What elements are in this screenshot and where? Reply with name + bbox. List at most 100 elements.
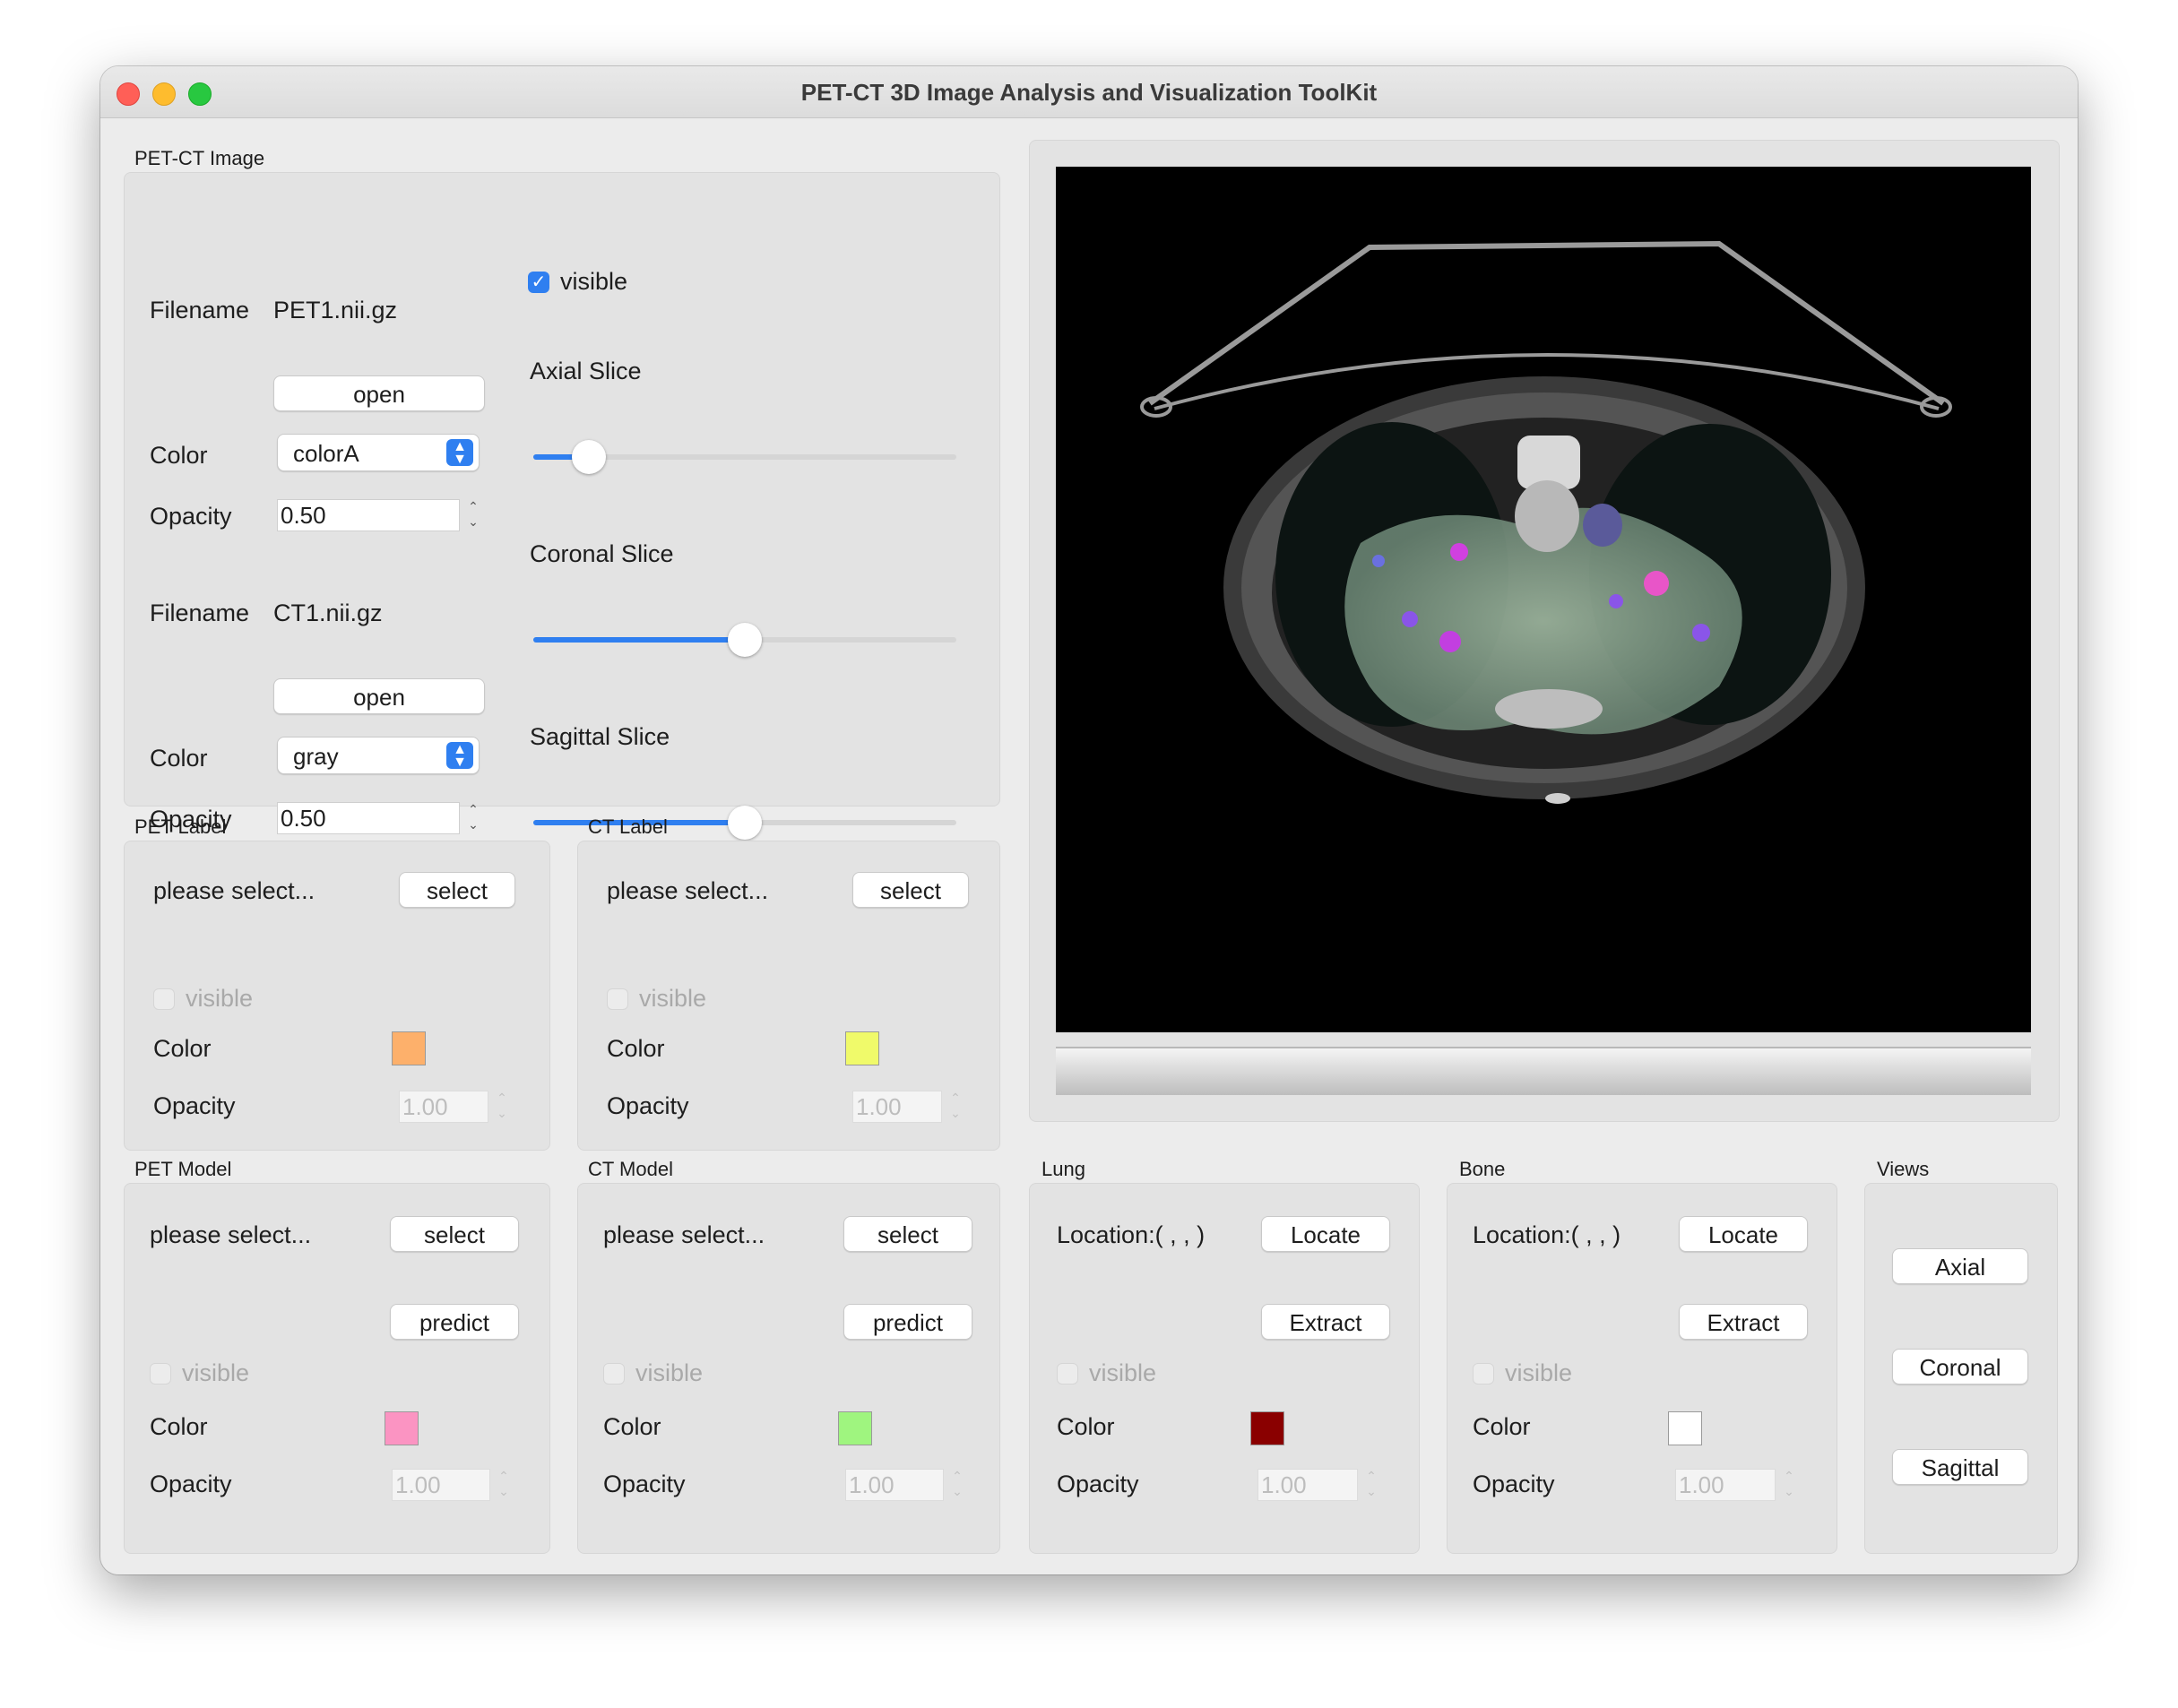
sagittal-slice-knob[interactable] [728, 806, 762, 840]
coronal-slice-label: Coronal Slice [530, 540, 674, 567]
stepper-arrows-icon[interactable]: ⌃ ⌄ [463, 499, 483, 531]
ct-label-status: please select... [607, 877, 769, 904]
bone-visible-label: visible [1505, 1359, 1573, 1386]
ct-color-select[interactable]: gray ▲ ▼ [277, 737, 480, 774]
ct-model-color-swatch[interactable] [838, 1411, 872, 1445]
pet-label-visible-label: visible [186, 985, 254, 1012]
lung-location: Location:( , , ) [1057, 1221, 1206, 1248]
stepper-arrows-icon[interactable]: ⌃ ⌄ [947, 1469, 967, 1501]
bone-color-label: Color [1473, 1413, 1531, 1440]
pet-label-visible-checkbox[interactable] [153, 988, 175, 1010]
lung-opacity-spinbox[interactable] [1258, 1469, 1358, 1501]
pet-label-group-title: PET Label [134, 815, 227, 838]
bone-group-title: Bone [1459, 1158, 1506, 1180]
ct-model-opacity-label: Opacity [603, 1471, 686, 1497]
ct-label-color-label: Color [607, 1035, 665, 1062]
bone-location: Location:( , , ) [1473, 1221, 1621, 1248]
stepper-arrows-icon[interactable]: ⌃ ⌄ [1779, 1469, 1799, 1501]
pet-model-opacity-spinbox[interactable] [392, 1469, 490, 1501]
ct-label-visible-label: visible [639, 985, 707, 1012]
ct-model-predict-button[interactable]: predict [843, 1304, 972, 1340]
axial-slice-knob[interactable] [572, 440, 606, 474]
window-title: PET-CT 3D Image Analysis and Visualizati… [800, 79, 1378, 106]
pet-model-visible-checkbox[interactable] [150, 1363, 171, 1385]
petct-group-title: PET-CT Image [134, 147, 265, 169]
bone-opacity-spinbox[interactable] [1675, 1469, 1776, 1501]
sagittal-view-button[interactable]: Sagittal [1892, 1449, 2028, 1485]
ct-model-visible-checkbox[interactable] [603, 1363, 625, 1385]
ct-model-group-title: CT Model [588, 1158, 673, 1180]
sagittal-slice-label: Sagittal Slice [530, 723, 670, 750]
ct-label-visible-checkbox[interactable] [607, 988, 628, 1010]
lung-group-title: Lung [1041, 1158, 1085, 1180]
petct-visible-checkbox[interactable]: ✓ [528, 272, 549, 293]
pet-color-label: Color [150, 442, 208, 469]
lung-extract-button[interactable]: Extract [1261, 1304, 1390, 1340]
coronal-slice-slider[interactable] [533, 623, 956, 657]
stepper-arrows-icon[interactable]: ⌃ ⌄ [492, 1091, 512, 1123]
petct-image-group: Filename PET1.nii.gz open Color colorA ▲… [124, 172, 1000, 840]
bone-extract-button[interactable]: Extract [1679, 1304, 1808, 1340]
coronal-slice-knob[interactable] [728, 623, 762, 657]
coronal-slice-fill [533, 637, 745, 643]
lung-locate-button[interactable]: Locate [1261, 1216, 1390, 1252]
petct-visible-label: visible [560, 268, 628, 295]
pet-filename-value: PET1.nii.gz [273, 297, 398, 323]
ct-opacity-spinbox[interactable] [277, 802, 460, 834]
ct-label-select-button[interactable]: select [852, 872, 969, 908]
ct-label-opacity-spinbox[interactable] [852, 1091, 942, 1123]
coronal-view-button[interactable]: Coronal [1892, 1349, 2028, 1385]
pet-label-select-button[interactable]: select [399, 872, 515, 908]
ct-model-select-button[interactable]: select [843, 1216, 972, 1252]
pet-model-color-swatch[interactable] [385, 1411, 419, 1445]
pet-label-group: please select... select visible Color Op… [124, 841, 550, 1151]
pet-label-color-label: Color [153, 1035, 212, 1062]
bone-group: Location:( , , ) Locate Extract visible … [1447, 1183, 1837, 1554]
progress-bar [1056, 1047, 2031, 1095]
lung-color-label: Color [1057, 1413, 1115, 1440]
open-pet-button[interactable]: open [273, 375, 485, 411]
pet-model-status: please select... [150, 1221, 312, 1248]
pet-label-color-swatch[interactable] [392, 1031, 426, 1065]
pet-opacity-spinbox[interactable] [277, 499, 460, 531]
title-bar: PET-CT 3D Image Analysis and Visualizati… [100, 66, 2078, 118]
bone-color-swatch[interactable] [1668, 1411, 1702, 1445]
stepper-arrows-icon[interactable]: ⌃ ⌄ [946, 1091, 965, 1123]
stepper-arrows-icon[interactable]: ⌃ ⌄ [494, 1469, 514, 1501]
pet-label-status: please select... [153, 877, 315, 904]
ct-slice-viewport[interactable] [1056, 167, 2031, 1032]
lung-visible-checkbox[interactable] [1057, 1363, 1078, 1385]
ct-model-visible-label: visible [635, 1359, 704, 1386]
ct-model-group: please select... select predict visible … [577, 1183, 1000, 1554]
pet-model-color-label: Color [150, 1413, 208, 1440]
lung-color-swatch[interactable] [1250, 1411, 1284, 1445]
pet-model-opacity-label: Opacity [150, 1471, 232, 1497]
pet-model-predict-button[interactable]: predict [390, 1304, 519, 1340]
ct-label-group: please select... select visible Color Op… [577, 841, 1000, 1151]
bone-visible-checkbox[interactable] [1473, 1363, 1494, 1385]
pet-label-opacity-spinbox[interactable] [399, 1091, 488, 1123]
open-ct-button[interactable]: open [273, 678, 485, 714]
ct-model-opacity-spinbox[interactable] [845, 1469, 944, 1501]
lung-opacity-label: Opacity [1057, 1471, 1139, 1497]
ct-color-value: gray [293, 743, 339, 770]
ct-filename-value: CT1.nii.gz [273, 600, 383, 626]
pet-model-group-title: PET Model [134, 1158, 232, 1180]
axial-slice-label: Axial Slice [530, 358, 642, 384]
pet-filename-label: Filename [150, 297, 250, 323]
updown-chevron-icon: ▲ ▼ [446, 439, 473, 467]
pet-model-group: please select... select predict visible … [124, 1183, 550, 1554]
pet-model-select-button[interactable]: select [390, 1216, 519, 1252]
lung-visible-label: visible [1089, 1359, 1157, 1386]
stepper-arrows-icon[interactable]: ⌃ ⌄ [1361, 1469, 1381, 1501]
axial-view-button[interactable]: Axial [1892, 1248, 2028, 1284]
stepper-arrows-icon[interactable]: ⌃ ⌄ [463, 802, 483, 834]
pet-color-select[interactable]: colorA ▲ ▼ [277, 434, 480, 471]
bone-opacity-label: Opacity [1473, 1471, 1555, 1497]
ct-model-color-label: Color [603, 1413, 661, 1440]
bone-locate-button[interactable]: Locate [1679, 1216, 1808, 1252]
ct-label-color-swatch[interactable] [845, 1031, 879, 1065]
axial-slice-slider[interactable] [533, 440, 956, 474]
ct-color-label: Color [150, 745, 208, 772]
pet-color-value: colorA [293, 440, 359, 467]
